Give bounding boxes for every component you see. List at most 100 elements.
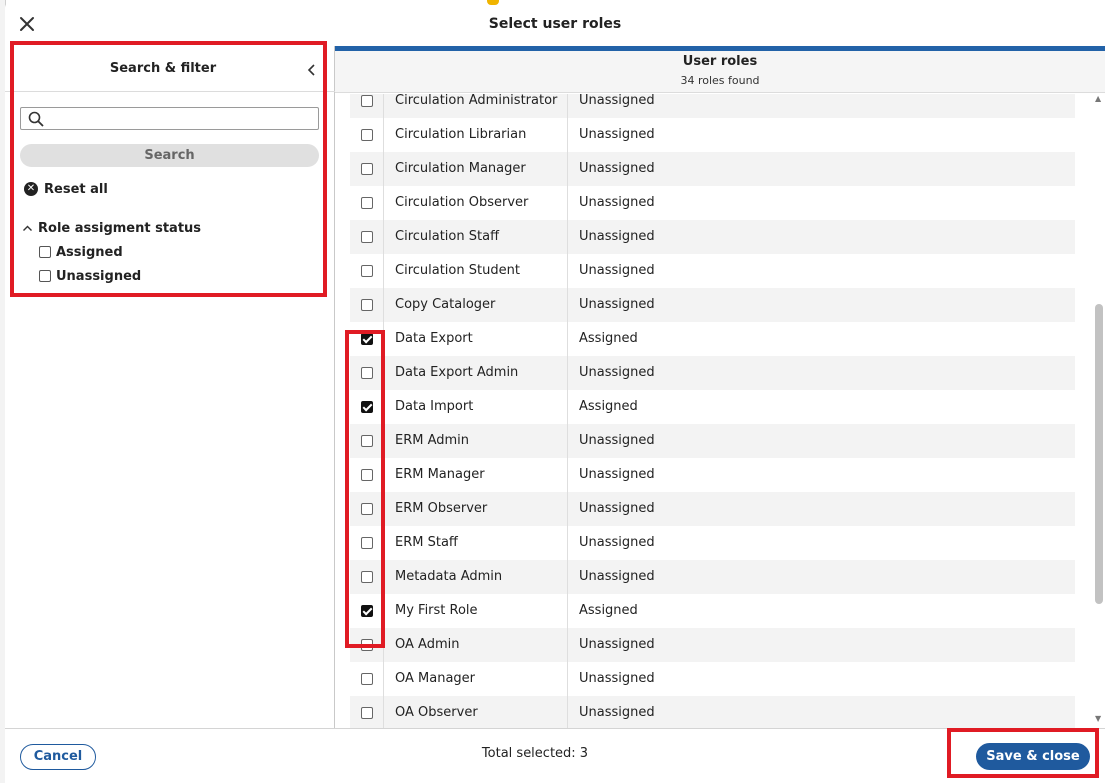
role-row[interactable]: Metadata Admin Unassigned [350,560,1075,594]
role-row[interactable]: Circulation Observer Unassigned [350,186,1075,220]
role-row[interactable]: Data Export Admin Unassigned [350,356,1075,390]
role-checkbox[interactable] [361,333,373,345]
role-checkbox-cell [350,356,384,390]
results-header: User roles 34 roles found [335,51,1105,93]
modal-footer: Cancel Total selected: 3 Save & close [5,728,1105,783]
role-name: ERM Manager [384,458,568,492]
role-row[interactable]: OA Admin Unassigned [350,628,1075,662]
role-checkbox[interactable] [361,95,373,107]
role-row[interactable]: Copy Cataloger Unassigned [350,288,1075,322]
role-checkbox[interactable] [361,571,373,583]
role-status: Unassigned [579,467,655,482]
role-status-section-title: Role assigment status [38,220,202,236]
role-checkbox[interactable] [361,299,373,311]
roles-list-viewport[interactable]: Circulation Administrator Unassigned Circu… [335,94,1105,728]
roles-scrollbar[interactable]: ▲ ▼ [1093,94,1105,728]
role-row[interactable]: ERM Observer Unassigned [350,492,1075,526]
modal-title: Select user roles [488,16,622,32]
role-checkbox[interactable] [361,401,373,413]
filter-option-unassigned[interactable]: Unassigned [39,267,141,285]
scroll-down-arrow[interactable]: ▼ [1095,714,1101,723]
role-row[interactable]: Circulation Student Unassigned [350,254,1075,288]
unassigned-checkbox[interactable] [39,270,51,282]
role-row[interactable]: Data Export Assigned [350,322,1075,356]
role-checkbox[interactable] [361,231,373,243]
role-checkbox[interactable] [361,435,373,447]
role-checkbox-cell [350,186,384,220]
role-name: Copy Cataloger [384,288,568,322]
filter-pane-header: Search & filter [5,46,335,92]
role-checkbox[interactable] [361,163,373,175]
role-checkbox-cell [350,94,384,118]
role-checkbox[interactable] [361,367,373,379]
role-checkbox-cell [350,390,384,424]
role-status: Unassigned [579,161,655,176]
role-checkbox-cell [350,662,384,696]
role-row[interactable]: Circulation Administrator Unassigned [350,94,1075,118]
role-checkbox-cell [350,152,384,186]
role-checkbox-cell [350,288,384,322]
save-and-close-button[interactable]: Save & close [976,743,1090,770]
role-name: Circulation Librarian [384,118,568,152]
filter-option-assigned[interactable]: Assigned [39,243,123,261]
role-row[interactable]: ERM Manager Unassigned [350,458,1075,492]
role-checkbox[interactable] [361,503,373,515]
role-name: Circulation Observer [384,186,568,220]
role-row[interactable]: My First Role Assigned [350,594,1075,628]
role-name: Circulation Administrator [384,94,568,118]
search-button[interactable]: Search [20,144,319,167]
role-checkbox[interactable] [361,673,373,685]
role-name: My First Role [384,594,568,628]
role-checkbox[interactable] [361,707,373,719]
role-row[interactable]: Circulation Manager Unassigned [350,152,1075,186]
select-user-roles-modal: Select user roles Search & filter Search… [5,0,1105,783]
role-checkbox-cell [350,458,384,492]
role-checkbox[interactable] [361,639,373,651]
role-status: Unassigned [579,433,655,448]
clear-circle-icon: ✕ [24,182,38,196]
role-row[interactable]: OA Observer Unassigned [350,696,1075,728]
role-name: Circulation Student [384,254,568,288]
role-status: Assigned [579,331,638,346]
collapse-filter-button[interactable] [305,62,319,76]
role-checkbox[interactable] [361,469,373,481]
role-row[interactable]: OA Manager Unassigned [350,662,1075,696]
roles-list: Circulation Administrator Unassigned Circu… [350,94,1075,728]
search-input[interactable] [49,109,315,128]
role-checkbox-cell [350,254,384,288]
role-checkbox[interactable] [361,605,373,617]
role-checkbox[interactable] [361,129,373,141]
results-title: User roles [682,54,758,69]
search-filter-pane: Search & filter Search ✕ Reset all Role [5,46,335,728]
role-name: ERM Admin [384,424,568,458]
reset-all-button[interactable]: ✕ Reset all [24,180,108,198]
role-status: Unassigned [579,229,655,244]
role-checkbox[interactable] [361,537,373,549]
role-status-accordion-toggle[interactable]: Role assigment status [22,219,201,237]
scroll-thumb[interactable] [1095,304,1103,604]
role-row[interactable]: Circulation Librarian Unassigned [350,118,1075,152]
chevron-up-icon [23,225,32,231]
role-name: OA Observer [384,696,568,728]
role-checkbox-cell [350,118,384,152]
role-name: ERM Staff [384,526,568,560]
role-checkbox[interactable] [361,197,373,209]
assigned-checkbox[interactable] [39,246,51,258]
role-name: Circulation Manager [384,152,568,186]
role-checkbox-cell [350,696,384,728]
role-row[interactable]: ERM Staff Unassigned [350,526,1075,560]
role-checkbox[interactable] [361,265,373,277]
role-status: Unassigned [579,637,655,652]
search-field[interactable] [20,107,319,130]
role-name: Metadata Admin [384,560,568,594]
role-row[interactable]: Data Import Assigned [350,390,1075,424]
modal-header: Select user roles [5,2,1105,46]
total-selected-text: Total selected: 3 [481,746,589,761]
role-status: Unassigned [579,569,655,584]
role-status: Unassigned [579,297,655,312]
filter-option-label: Assigned [56,244,123,260]
scroll-up-arrow[interactable]: ▲ [1095,94,1101,103]
role-name: Circulation Staff [384,220,568,254]
role-row[interactable]: Circulation Staff Unassigned [350,220,1075,254]
role-row[interactable]: ERM Admin Unassigned [350,424,1075,458]
